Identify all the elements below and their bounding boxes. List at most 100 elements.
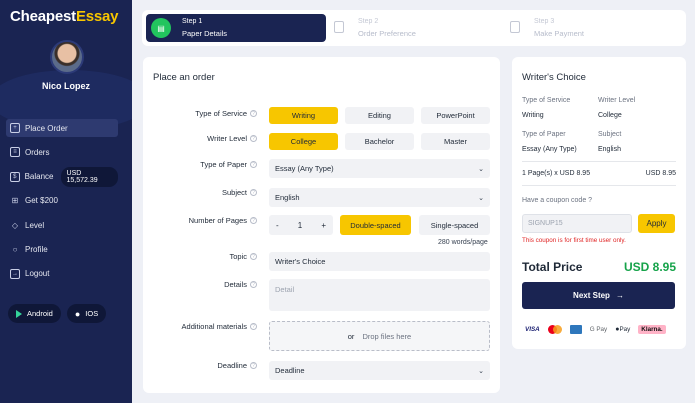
help-icon[interactable]: ? (250, 323, 257, 330)
summary-title: Writer's Choice (522, 72, 586, 83)
order-summary: Writer's Choice Type of Service Writer L… (512, 57, 686, 349)
help-icon[interactable]: ? (250, 135, 257, 142)
topic-input[interactable]: Writer's Choice (269, 252, 490, 271)
help-icon[interactable]: ? (250, 281, 257, 288)
double-spaced-button[interactable]: Double-spaced (340, 215, 411, 235)
subject-select[interactable]: English ⌄ (269, 188, 490, 207)
total-price-value: USD 8.95 (623, 260, 676, 274)
service-option-editing[interactable]: Editing (345, 107, 414, 124)
apple-icon: ● (74, 308, 81, 319)
dropzone-or: or (347, 331, 355, 341)
help-icon[interactable]: ? (250, 362, 257, 369)
document-icon (334, 21, 344, 33)
next-step-label: Next Step (573, 291, 610, 300)
label-details: Details (224, 280, 247, 289)
deadline-select[interactable]: Deadline ⌄ (269, 361, 490, 380)
document-icon: ▤ (151, 18, 171, 38)
summary-subject-value: English (598, 146, 621, 153)
dropzone-text: Drop files here (362, 331, 412, 341)
summary-level-label: Writer Level (598, 97, 636, 104)
sidebar-item-profile[interactable]: ○ Profile (6, 240, 118, 258)
payment-icon (510, 21, 520, 33)
next-step-button[interactable]: Next Step → (522, 282, 675, 309)
service-option-writing[interactable]: Writing (269, 107, 338, 124)
visa-icon: VISA (525, 326, 540, 333)
amex-icon (569, 325, 582, 334)
help-icon[interactable]: ? (250, 253, 257, 260)
plus-square-icon: + (10, 123, 20, 133)
sidebar-item-label: Balance (24, 172, 54, 182)
help-icon[interactable]: ? (250, 110, 257, 117)
order-form: Place an order Type of Service ? Writing… (143, 57, 500, 393)
label-topic: Topic (229, 252, 247, 261)
chevron-down-icon: ⌄ (478, 165, 484, 173)
ios-app-button[interactable]: ● IOS (66, 304, 107, 323)
label-number-of-pages: Number of Pages (188, 216, 247, 225)
coupon-note: This coupon is for first time user only. (522, 237, 626, 244)
pages-value[interactable]: 1 (298, 221, 302, 230)
summary-pages-total: USD 8.95 (645, 170, 676, 177)
apple-pay-icon: ● Pay (615, 326, 631, 333)
label-additional-materials: Additional materials (181, 322, 247, 331)
level-option-college[interactable]: College (269, 133, 338, 150)
help-icon[interactable]: ? (250, 189, 257, 196)
chevron-down-icon: ⌄ (478, 367, 484, 375)
help-icon[interactable]: ? (250, 217, 257, 224)
level-option-bachelor[interactable]: Bachelor (345, 133, 414, 150)
label-type-of-paper: Type of Paper (200, 160, 247, 169)
coupon-input[interactable]: SIGNUP15 (522, 214, 632, 233)
payment-methods: VISA G Pay ● Pay Klarna. (525, 325, 666, 334)
increase-button[interactable]: + (321, 221, 326, 230)
details-textarea[interactable]: Detail (269, 279, 490, 311)
sidebar-item-label: Level (25, 220, 45, 230)
user-name: Nico Lopez (41, 81, 90, 91)
step-title: Order Preference (358, 29, 416, 38)
order-steps: ▤ Step 1 Paper Details Step 2 Order Pref… (142, 10, 686, 46)
pages-stepper: - 1 + (269, 215, 333, 235)
google-pay-icon: G Pay (589, 326, 608, 333)
paper-type-value: Essay (Any Type) (275, 164, 334, 173)
summary-paper-value: Essay (Any Type) (522, 146, 577, 153)
subject-value: English (275, 193, 300, 202)
step-1[interactable]: ▤ Step 1 Paper Details (146, 14, 326, 42)
file-dropzone[interactable]: or Drop files here (269, 321, 490, 351)
summary-pages-line: 1 Page(s) x USD 8.95 (522, 170, 591, 177)
sidebar-item-label: Get $200 (25, 196, 58, 206)
summary-service-label: Type of Service (522, 97, 571, 104)
service-option-powerpoint[interactable]: PowerPoint (421, 107, 490, 124)
sidebar-item-level[interactable]: ◇ Level (6, 216, 118, 234)
brand-logo[interactable]: CheapestEssay (10, 8, 119, 25)
apply-button[interactable]: Apply (638, 214, 675, 233)
sidebar-item-balance[interactable]: $ Balance USD 15,572.39 (6, 166, 118, 187)
avatar[interactable] (50, 40, 84, 74)
single-spaced-button[interactable]: Single-spaced (419, 215, 490, 235)
sidebar-item-get-200[interactable]: ⊞ Get $200 (6, 192, 118, 210)
total-price-label: Total Price (522, 260, 583, 274)
android-label: Android (27, 309, 53, 318)
mastercard-icon (547, 325, 562, 334)
arrow-right-icon: → (615, 291, 624, 300)
google-play-icon (16, 309, 22, 318)
paper-type-select[interactable]: Essay (Any Type) ⌄ (269, 159, 490, 178)
logout-icon: → (10, 268, 20, 279)
sidebar-item-logout[interactable]: → Logout (6, 265, 118, 283)
sidebar-item-place-order[interactable]: + Place Order (6, 119, 118, 137)
balance-amount: USD 15,572.39 (60, 166, 118, 187)
divider (522, 161, 676, 162)
android-app-button[interactable]: Android (8, 304, 61, 323)
sidebar-item-orders[interactable]: ≡ Orders (6, 143, 118, 161)
decrease-button[interactable]: - (276, 221, 279, 230)
label-subject: Subject (221, 188, 247, 197)
level-option-master[interactable]: Master (421, 133, 490, 150)
step-title: Make Payment (534, 29, 585, 38)
level-icon: ◇ (11, 220, 19, 230)
sidebar: CheapestEssay Nico Lopez + Place Order ≡… (0, 0, 132, 403)
ios-label: IOS (85, 309, 99, 318)
sidebar-item-label: Profile (25, 244, 48, 254)
apple-pay-label: Pay (619, 326, 631, 333)
list-icon: ≡ (10, 147, 20, 158)
order-title: Place an order (153, 72, 215, 83)
help-icon[interactable]: ? (250, 161, 257, 168)
step-number: Step 2 (358, 18, 379, 25)
dollar-icon: $ (10, 171, 20, 182)
